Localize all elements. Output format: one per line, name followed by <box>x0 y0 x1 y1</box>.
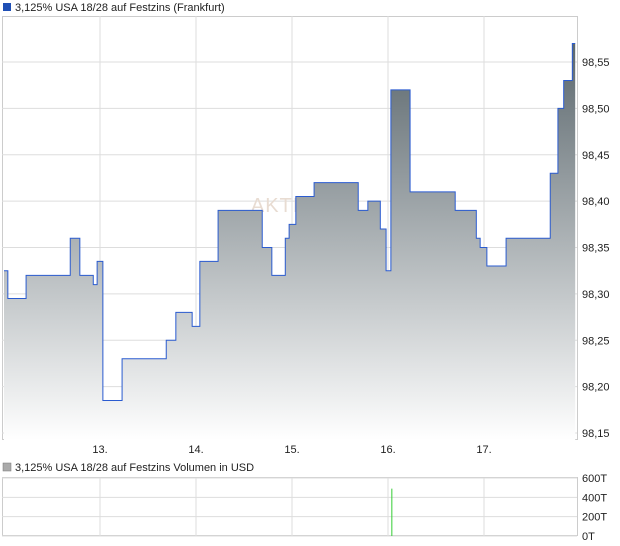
x-tick-label: 15. <box>284 444 299 456</box>
y-tick-label: 98,45 <box>582 150 610 162</box>
volume-legend-swatch <box>2 462 12 472</box>
y-tick-label: 98,30 <box>582 289 610 301</box>
chart-container: 3,125% USA 18/28 auf Festzins (Frankfurt… <box>0 0 620 546</box>
y-tick-label: 98,25 <box>582 335 610 347</box>
y-tick-label: 98,35 <box>582 243 610 255</box>
x-tick-label: 17. <box>476 444 491 456</box>
price-chart-title: 3,125% USA 18/28 auf Festzins (Frankfurt… <box>15 2 225 14</box>
chart-svg: 3,125% USA 18/28 auf Festzins (Frankfurt… <box>2 2 610 543</box>
price-area <box>4 43 576 440</box>
volume-plot-frame <box>2 477 578 536</box>
y-tick-label: 98,40 <box>582 196 610 208</box>
y-tick-label: 98,15 <box>582 428 610 440</box>
volume-tick-label: 0T <box>582 531 595 543</box>
x-tick-label: 13. <box>92 444 107 456</box>
volume-tick-label: 200T <box>582 512 607 524</box>
volume-tick-label: 400T <box>582 492 607 504</box>
y-tick-label: 98,55 <box>582 57 610 69</box>
volume-chart-title: 3,125% USA 18/28 auf Festzins Volumen in… <box>15 462 254 474</box>
y-tick-label: 98,20 <box>582 382 610 394</box>
volume-tick-label: 600T <box>582 473 607 485</box>
price-legend-swatch <box>3 3 11 11</box>
x-tick-label: 14. <box>188 444 203 456</box>
y-tick-label: 98,50 <box>582 103 610 115</box>
x-tick-label: 16. <box>380 444 395 456</box>
